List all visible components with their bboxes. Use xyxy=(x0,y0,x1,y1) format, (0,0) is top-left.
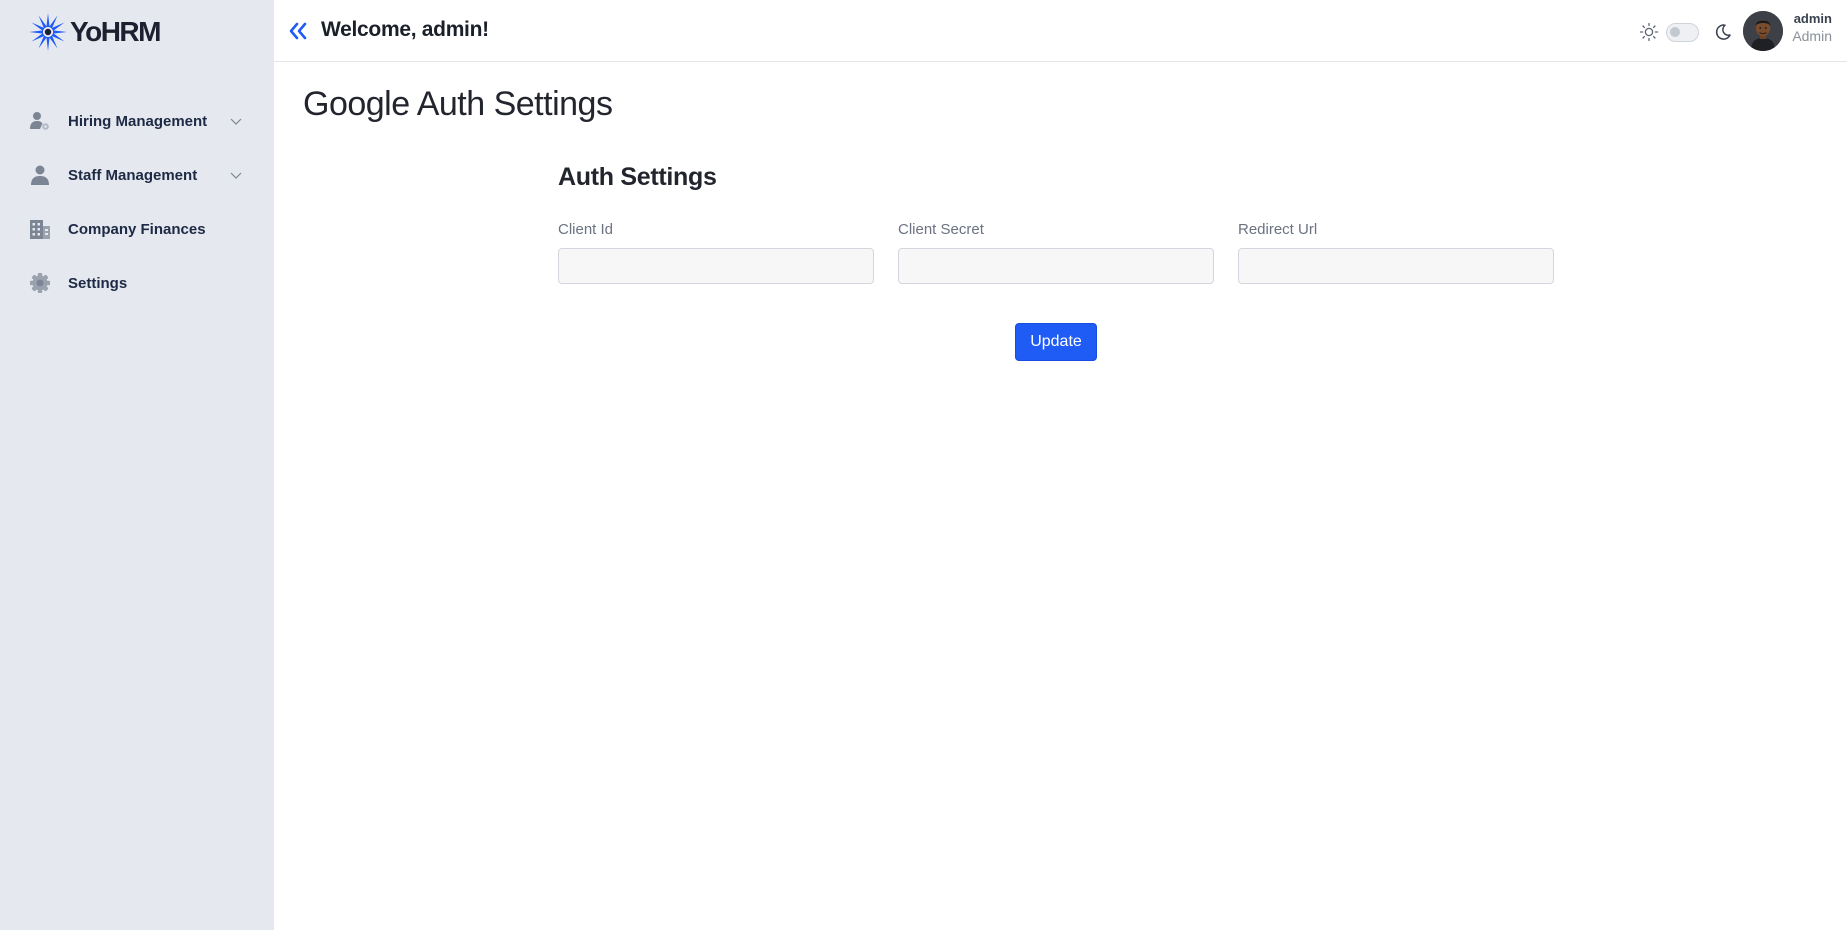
user-role: Admin xyxy=(1792,28,1832,44)
avatar[interactable] xyxy=(1743,11,1783,51)
chevron-down-icon[interactable] xyxy=(228,113,244,129)
client-id-label: Client Id xyxy=(558,221,614,238)
user-info[interactable]: admin Admin xyxy=(1790,10,1832,45)
user-avatar-icon xyxy=(1743,11,1783,51)
top-bar: Welcome, admin! admin Admin xyxy=(274,0,1847,62)
sidebar-item-label: Company Finances xyxy=(68,220,206,238)
sidebar-item-company-finances[interactable]: Company Finances xyxy=(0,202,274,256)
sun-icon xyxy=(1639,22,1659,42)
sidebar-item-label: Settings xyxy=(68,274,128,292)
hiring-icon xyxy=(28,109,52,133)
update-button[interactable]: Update xyxy=(1015,323,1097,361)
gear-icon xyxy=(28,271,52,295)
sidebar-item-settings[interactable]: Settings xyxy=(0,256,274,310)
sidebar: YoHRM Hiring Management Staff Management… xyxy=(0,0,274,930)
moon-icon xyxy=(1715,24,1731,40)
building-icon xyxy=(28,217,52,241)
client-secret-label: Client Secret xyxy=(898,221,984,238)
client-id-field-group: Client Id xyxy=(558,220,874,284)
staff-icon xyxy=(28,163,52,187)
collapse-sidebar-icon[interactable] xyxy=(288,20,308,42)
redirect-url-label: Redirect Url xyxy=(1238,221,1318,238)
sidebar-item-label: Hiring Management xyxy=(68,112,208,130)
main-content: Google Auth Settings Auth Settings Clien… xyxy=(274,63,1847,930)
toggle-knob xyxy=(1670,26,1680,37)
app-logo[interactable]: YoHRM xyxy=(28,12,161,52)
sidebar-item-hiring-management[interactable]: Hiring Management xyxy=(0,94,274,148)
theme-switcher xyxy=(1639,22,1732,42)
redirect-url-input[interactable] xyxy=(1238,248,1554,284)
client-secret-field-group: Client Secret xyxy=(898,220,1214,284)
page-title: Google Auth Settings xyxy=(303,85,613,123)
sidebar-item-staff-management[interactable]: Staff Management xyxy=(0,148,274,202)
client-id-input[interactable] xyxy=(558,248,874,284)
client-secret-input[interactable] xyxy=(898,248,1214,284)
welcome-message: Welcome, admin! xyxy=(321,18,489,41)
chevron-down-icon[interactable] xyxy=(228,167,244,183)
sidebar-nav: Hiring Management Staff Management Compa… xyxy=(0,94,274,310)
sidebar-item-label: Staff Management xyxy=(68,166,198,184)
user-name: admin xyxy=(1793,11,1832,26)
section-title: Auth Settings xyxy=(558,163,717,191)
app-name: YoHRM xyxy=(70,16,161,47)
logo-icon xyxy=(29,13,67,51)
theme-toggle[interactable] xyxy=(1666,22,1699,42)
redirect-url-field-group: Redirect Url xyxy=(1238,220,1554,284)
